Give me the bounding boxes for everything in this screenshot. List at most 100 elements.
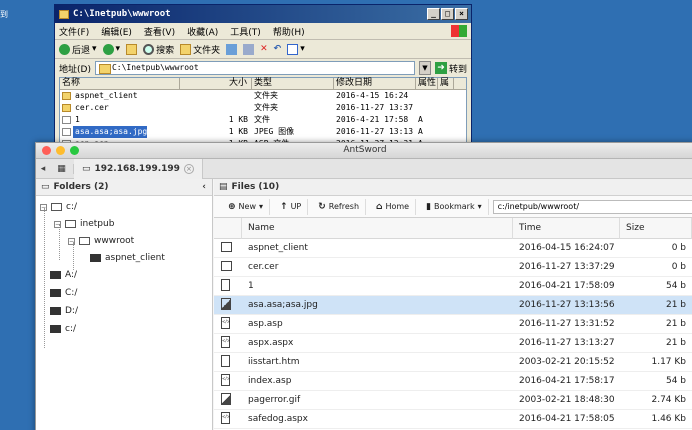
file-attr: [416, 102, 438, 114]
undo-button[interactable]: ↶: [274, 44, 282, 54]
files-panel: ▤ Files (10) ⊕ New ▾ ↑ UP ↻ Refresh ⌂ Home ▮…: [214, 179, 692, 430]
menu-view[interactable]: 查看(V): [144, 25, 175, 38]
file-name: cer.cer: [75, 103, 109, 112]
table-row[interactable]: index.asp 2016-04-21 17:58:17 54 b: [214, 372, 692, 391]
file-type: 文件夹: [254, 91, 278, 100]
list-item[interactable]: 1 1 KB 文件 2016-4-21 17:58 A: [60, 114, 466, 126]
column-header-name[interactable]: 名称: [60, 78, 180, 89]
menu-tools[interactable]: 工具(T): [230, 25, 261, 38]
minimize-button[interactable]: _: [427, 8, 440, 20]
collapse-icon[interactable]: −: [40, 203, 47, 211]
up-button[interactable]: ↑ UP: [274, 198, 309, 215]
tree-node-wwwroot[interactable]: − wwwroot: [68, 234, 134, 248]
list-item[interactable]: asa.asa;asa.jpg 1 KB JPEG 图像 2016-11-27 …: [60, 126, 466, 138]
desktop-icon-label[interactable]: 到: [0, 10, 8, 20]
file-attr: [416, 90, 438, 102]
tree-node-inetpub[interactable]: − inetpub: [54, 217, 114, 231]
explorer-menu-bar: 文件(F) 编辑(E) 查看(V) 收藏(A) 工具(T) 帮助(H): [55, 23, 471, 40]
up-folder-button[interactable]: [126, 43, 138, 55]
maximize-button[interactable]: □: [441, 8, 454, 20]
tree-node-drive-d[interactable]: D:/: [50, 304, 78, 318]
folders-button[interactable]: 文件夹: [180, 43, 220, 56]
list-item[interactable]: cer.cer 文件夹 2016-11-27 13:37: [60, 102, 466, 114]
menu-edit[interactable]: 编辑(E): [101, 25, 132, 38]
column-header-size[interactable]: 大小: [180, 78, 252, 89]
collapse-icon[interactable]: −: [68, 237, 75, 245]
refresh-button[interactable]: ↻ Refresh: [312, 198, 367, 215]
antsword-title-bar[interactable]: AntSword: [36, 143, 692, 159]
zoom-window-button[interactable]: [70, 146, 79, 155]
menu-help[interactable]: 帮助(H): [273, 25, 305, 38]
table-row[interactable]: cer.cer 2016-11-27 13:37:29 0 b: [214, 258, 692, 277]
tree-node-drive-a[interactable]: A:/: [50, 268, 77, 282]
tree-node-aspnet-client[interactable]: aspnet_client: [90, 251, 165, 265]
tab-home-grid-icon[interactable]: ▦: [50, 163, 74, 174]
new-button[interactable]: ⊕ New ▾: [222, 198, 271, 215]
bookmark-button[interactable]: ▮ Bookmark ▾: [420, 198, 489, 215]
path-input[interactable]: c:/inetpub/wwwroot/: [492, 199, 692, 214]
table-row[interactable]: iisstart.htm 2003-02-21 20:15:52 1.17 Kb: [214, 353, 692, 372]
image-file-icon: [221, 393, 231, 405]
tree-label: aspnet_client: [105, 253, 165, 263]
column-header-name[interactable]: Name: [242, 217, 513, 239]
views-button[interactable]: ▾: [287, 43, 305, 55]
list-item[interactable]: aspnet_client 文件夹 2016-4-15 16:24: [60, 90, 466, 102]
file-icon: [221, 279, 230, 291]
home-button[interactable]: ⌂ Home: [370, 198, 417, 215]
forward-button[interactable]: ▾: [102, 43, 120, 55]
tab-host-label: 192.168.199.199: [94, 163, 180, 174]
delete-button[interactable]: ✕: [260, 44, 268, 54]
collapse-icon[interactable]: −: [54, 220, 61, 228]
new-label: New: [238, 202, 256, 211]
copy-to-button[interactable]: [243, 43, 255, 55]
files-toolbar: ⊕ New ▾ ↑ UP ↻ Refresh ⌂ Home ▮ Bookmark ▾ c:…: [214, 196, 692, 218]
collapse-panel-button[interactable]: ‹: [202, 182, 206, 192]
search-button[interactable]: 搜索: [143, 43, 174, 56]
files-title: Files (10): [231, 182, 280, 192]
table-row[interactable]: pagerror.gif 2003-02-21 18:48:30 2.74 Kb: [214, 391, 692, 410]
code-file-icon: [221, 336, 230, 348]
close-button[interactable]: ×: [455, 8, 468, 20]
table-row[interactable]: aspx.aspx 2016-11-27 13:13:27 21 b: [214, 334, 692, 353]
tab-scroll-left-button[interactable]: ◂: [36, 164, 50, 174]
folder-icon: [221, 261, 232, 271]
tree-node-drive-c-lower[interactable]: c:/: [50, 322, 76, 336]
back-button[interactable]: 后退 ▾: [59, 43, 97, 56]
table-row[interactable]: asa.asa;asa.jpg 2016-11-27 13:13:56 21 b: [214, 296, 692, 315]
table-row[interactable]: asp.asp 2016-11-27 13:31:52 21 b: [214, 315, 692, 334]
column-header-date[interactable]: 修改日期: [334, 78, 416, 89]
column-header-attr[interactable]: 属性: [416, 78, 438, 89]
file-time: 2016-04-21 17:58:05: [519, 413, 615, 424]
close-window-button[interactable]: [42, 146, 51, 155]
table-row[interactable]: safedog.aspx 2016-04-21 17:58:05 1.46 Kb: [214, 410, 692, 429]
file-size: 1.17 Kb: [651, 356, 686, 367]
file-time: 2016-04-21 17:58:17: [519, 375, 615, 386]
table-row[interactable]: 1 2016-04-21 17:58:09 54 b: [214, 277, 692, 296]
menu-favorites[interactable]: 收藏(A): [187, 25, 218, 38]
tree-node-drive-c[interactable]: C:/: [50, 286, 77, 300]
file-time: 2016-04-15 16:24:07: [519, 242, 615, 253]
file-size: 21 b: [665, 318, 686, 329]
monitor-icon: ▭: [82, 163, 91, 174]
column-header-type[interactable]: 类型: [252, 78, 334, 89]
table-row[interactable]: aspnet_client 2016-04-15 16:24:07 0 b: [214, 239, 692, 258]
move-to-button[interactable]: [226, 43, 238, 55]
menu-file[interactable]: 文件(F): [59, 25, 89, 38]
refresh-icon: ↻: [318, 201, 326, 212]
column-header-size[interactable]: Size: [620, 217, 692, 239]
file-time: 2003-02-21 20:15:52: [519, 356, 615, 367]
tab-bar: ◂ ▦ ▭ 192.168.199.199 ×: [36, 158, 692, 179]
file-size: 0 b: [671, 261, 686, 272]
explorer-title-bar[interactable]: C:\Inetpub\wwwroot _ □ ×: [55, 5, 471, 23]
tree-node-root[interactable]: − c:/: [40, 200, 77, 214]
column-header-extra[interactable]: 属: [438, 78, 454, 89]
image-file-icon: [62, 128, 71, 136]
minimize-window-button[interactable]: [56, 146, 65, 155]
column-header-time[interactable]: Time: [513, 217, 620, 239]
tab-shell-host[interactable]: ▭ 192.168.199.199 ×: [74, 158, 203, 179]
address-dropdown-button[interactable]: ▼: [418, 61, 431, 75]
go-button[interactable]: ➜ 转到: [434, 62, 467, 75]
tab-close-icon[interactable]: ×: [183, 163, 194, 174]
address-input[interactable]: C:\Inetpub\wwwroot: [94, 61, 415, 75]
file-date: 2016-4-15 16:24: [336, 91, 409, 100]
